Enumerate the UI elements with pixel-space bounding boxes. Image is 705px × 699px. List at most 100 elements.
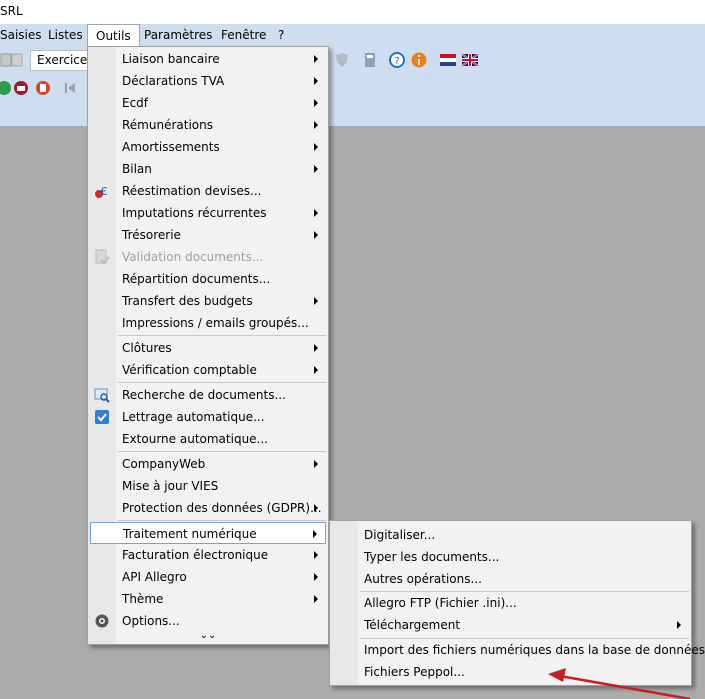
window-title: SRL bbox=[0, 4, 23, 18]
submenu-item-autres-operations[interactable]: Autres opérations... bbox=[332, 568, 689, 590]
toolbar-green-icon[interactable] bbox=[0, 80, 12, 96]
menu-item-label: CompanyWeb bbox=[122, 457, 206, 471]
submenu-item-typer-documents[interactable]: Typer les documents... bbox=[332, 546, 689, 568]
menu-item-lettrage-automatique[interactable]: Lettrage automatique... bbox=[90, 406, 326, 428]
menu-separator bbox=[118, 382, 326, 383]
menu-item-recherche-documents[interactable]: Recherche de documents... bbox=[90, 384, 326, 406]
menu-item-verification-comptable[interactable]: Vérification comptable bbox=[90, 359, 326, 381]
menu-item-label: Mise à jour VIES bbox=[122, 479, 219, 493]
menu-listes[interactable]: Listes bbox=[48, 24, 83, 47]
submenu-arrow-icon bbox=[314, 99, 318, 107]
menu-item-repartition-documents[interactable]: Répartition documents... bbox=[90, 268, 326, 290]
menu-item-imputations-recurrentes[interactable]: Imputations récurrentes bbox=[90, 202, 326, 224]
menu-bar: Saisies Listes Outils Paramètres Fenêtre… bbox=[0, 24, 705, 48]
menu-item-label: Traitement numérique bbox=[123, 527, 257, 541]
submenu-item-allegro-ftp[interactable]: Allegro FTP (Fichier .ini)... bbox=[332, 592, 689, 614]
menu-item-label: Bilan bbox=[122, 162, 152, 176]
toolbar-first-icon[interactable] bbox=[62, 80, 78, 96]
menu-item-theme[interactable]: Thème bbox=[90, 588, 326, 610]
menu-item-label: Téléchargement bbox=[364, 618, 461, 632]
submenu-arrow-icon bbox=[314, 366, 318, 374]
svg-text:€: € bbox=[101, 185, 108, 198]
submenu-arrow-icon bbox=[314, 573, 318, 581]
menu-item-label: Ecdf bbox=[122, 96, 149, 110]
menu-item-label: Extourne automatique... bbox=[122, 432, 268, 446]
menu-item-label: API Allegro bbox=[122, 570, 187, 584]
menu-item-tresorerie[interactable]: Trésorerie bbox=[90, 224, 326, 246]
menu-parametres[interactable]: Paramètres bbox=[144, 24, 212, 47]
menu-item-label: Allegro FTP (Fichier .ini)... bbox=[364, 596, 517, 610]
menu-item-companyweb[interactable]: CompanyWeb bbox=[90, 453, 326, 475]
menu-separator bbox=[118, 520, 326, 521]
menu-item-protection-donnees[interactable]: Protection des données (GDPR)... bbox=[90, 497, 326, 519]
submenu-arrow-icon bbox=[314, 551, 318, 559]
menu-item-label: Répartition documents... bbox=[122, 272, 271, 286]
submenu-item-import-fichiers[interactable]: Import des fichiers numériques dans la b… bbox=[332, 639, 705, 661]
menu-item-label: Rémunérations bbox=[122, 118, 213, 132]
menu-item-mise-a-jour-vies[interactable]: Mise à jour VIES bbox=[90, 475, 326, 497]
submenu-item-fichiers-peppol[interactable]: Fichiers Peppol... bbox=[332, 661, 689, 683]
shield-icon[interactable] bbox=[334, 52, 350, 68]
menu-more-chevron-icon[interactable]: ⌄⌄ bbox=[88, 630, 328, 644]
submenu-arrow-icon bbox=[314, 121, 318, 129]
menu-item-label: Protection des données (GDPR)... bbox=[122, 501, 322, 515]
menu-item-label: Options... bbox=[122, 614, 180, 628]
menu-item-label: Transfert des budgets bbox=[122, 294, 253, 308]
menu-item-impressions-emails[interactable]: Impressions / emails groupés... bbox=[90, 312, 326, 334]
magnifier-icon bbox=[94, 388, 110, 403]
submenu-arrow-icon bbox=[313, 530, 317, 538]
menu-saisies[interactable]: Saisies bbox=[0, 24, 42, 47]
checkbox-icon bbox=[95, 410, 109, 424]
menu-item-validation-documents: Validation documents... bbox=[90, 246, 326, 268]
submenu-arrow-icon bbox=[314, 231, 318, 239]
menu-item-label: Impressions / emails groupés... bbox=[122, 316, 309, 330]
menu-item-reestimation-devises[interactable]: € Réestimation devises... bbox=[90, 180, 326, 202]
submenu-arrow-icon bbox=[314, 209, 318, 217]
submenu-arrow-icon bbox=[314, 344, 318, 352]
menu-item-label: Typer les documents... bbox=[364, 550, 500, 564]
submenu-item-digitaliser[interactable]: Digitaliser... bbox=[332, 524, 689, 546]
calculator-icon[interactable] bbox=[362, 52, 378, 68]
info-icon[interactable] bbox=[411, 52, 427, 68]
menu-item-label: Déclarations TVA bbox=[122, 74, 225, 88]
help-icon[interactable]: ? bbox=[389, 52, 405, 68]
menu-separator bbox=[118, 451, 326, 452]
menu-item-transfert-budgets[interactable]: Transfert des budgets bbox=[90, 290, 326, 312]
menu-item-label: Imputations récurrentes bbox=[122, 206, 267, 220]
menu-item-bilan[interactable]: Bilan bbox=[90, 158, 326, 180]
menu-item-traitement-numerique[interactable]: Traitement numérique bbox=[90, 522, 326, 544]
flag-nl-icon[interactable] bbox=[440, 52, 456, 68]
menu-item-declarations-tva[interactable]: Déclarations TVA bbox=[90, 70, 326, 92]
toolbar-copy-icon[interactable] bbox=[10, 52, 26, 68]
menu-item-amortissements[interactable]: Amortissements bbox=[90, 136, 326, 158]
menu-outils[interactable]: Outils bbox=[87, 24, 140, 48]
menu-item-label: Liaison bancaire bbox=[122, 52, 220, 66]
toolbar-bank-icon[interactable] bbox=[13, 80, 29, 96]
menu-item-label: Amortissements bbox=[122, 140, 220, 154]
menu-item-clotures[interactable]: Clôtures bbox=[90, 337, 326, 359]
submenu-item-telechargement[interactable]: Téléchargement bbox=[332, 614, 689, 636]
menu-separator bbox=[118, 335, 326, 336]
menu-item-remunerations[interactable]: Rémunérations bbox=[90, 114, 326, 136]
menu-fenetre[interactable]: Fenêtre bbox=[221, 24, 266, 47]
toolbar-list-icon[interactable] bbox=[35, 80, 51, 96]
flag-uk-icon[interactable] bbox=[462, 52, 478, 68]
menu-item-label: Vérification comptable bbox=[122, 363, 257, 377]
menu-item-liaison-bancaire[interactable]: Liaison bancaire bbox=[90, 48, 326, 70]
traitement-numerique-submenu: Digitaliser... Typer les documents... Au… bbox=[329, 520, 705, 686]
menu-item-api-allegro[interactable]: API Allegro bbox=[90, 566, 326, 588]
menu-item-ecdf[interactable]: Ecdf bbox=[90, 92, 326, 114]
menu-item-label: Clôtures bbox=[122, 341, 172, 355]
submenu-arrow-icon bbox=[314, 165, 318, 173]
menu-item-facturation-electronique[interactable]: Facturation électronique bbox=[90, 544, 326, 566]
exercice-combo[interactable]: Exercice 2 bbox=[30, 50, 90, 71]
submenu-arrow-icon bbox=[314, 504, 318, 512]
menu-item-options[interactable]: Options... bbox=[90, 610, 326, 632]
menu-item-label: Thème bbox=[122, 592, 164, 606]
menu-item-extourne-automatique[interactable]: Extourne automatique... bbox=[90, 428, 326, 450]
menu-item-label: Digitaliser... bbox=[364, 528, 436, 542]
menu-help[interactable]: ? bbox=[278, 24, 284, 47]
title-bar: SRL bbox=[0, 0, 705, 24]
outils-menu: Liaison bancaire Déclarations TVA Ecdf R… bbox=[87, 46, 329, 645]
submenu-arrow-icon bbox=[314, 77, 318, 85]
